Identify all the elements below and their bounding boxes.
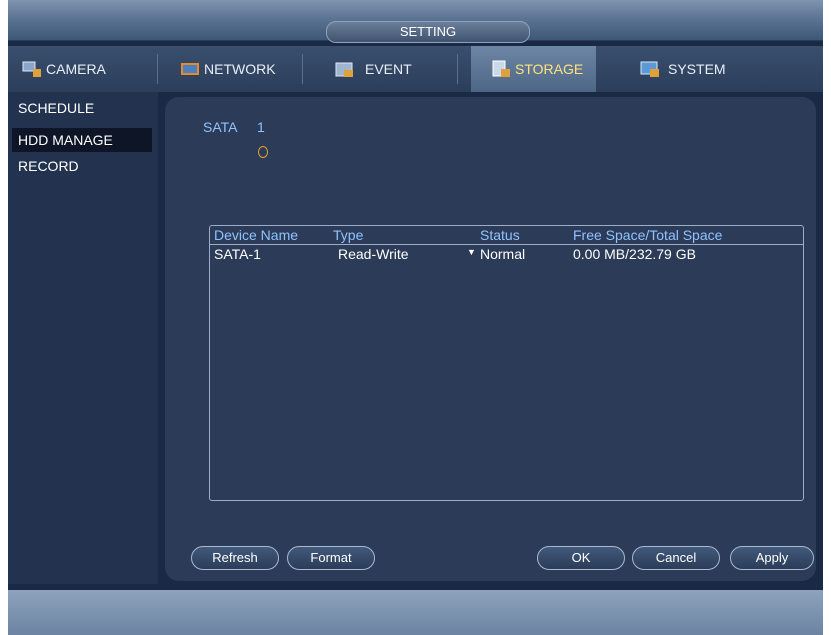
settings-window: SETTING CAMERA NETWORK EVENT STORAGE SYS… [8,0,823,635]
tab-storage[interactable]: STORAGE [471,46,596,92]
tab-network-label: NETWORK [204,61,276,77]
chevron-down-icon[interactable]: ▼ [467,247,476,257]
cell-status: Normal [480,246,526,262]
cancel-button[interactable]: Cancel [632,546,720,570]
hdd-manage-panel: SATA 1 Device Name Type Status Free Spac… [165,97,816,581]
camera-icon [22,60,42,78]
sata-group-number: 1 [257,119,265,135]
tab-system[interactable]: SYSTEM [618,46,778,92]
ok-button[interactable]: OK [537,546,625,570]
sidebar-item-record[interactable]: RECORD [12,154,152,178]
tab-system-label: SYSTEM [668,61,726,77]
column-header-status: Status [480,227,520,243]
tab-camera[interactable]: CAMERA [8,46,158,92]
sidebar-item-schedule[interactable]: SCHEDULE [12,96,152,120]
tab-storage-label: STORAGE [515,61,584,77]
sidebar: SCHEDULE HDD MANAGE RECORD [8,92,158,584]
tab-camera-label: CAMERA [46,61,106,77]
tab-event[interactable]: EVENT [303,46,458,92]
refresh-button[interactable]: Refresh [191,546,279,570]
sidebar-item-hdd-manage[interactable]: HDD MANAGE [12,128,152,152]
system-icon [640,60,660,78]
window-title: SETTING [326,21,530,43]
tab-bar: CAMERA NETWORK EVENT STORAGE SYSTEM [8,46,823,92]
apply-button[interactable]: Apply [730,546,814,570]
column-header-device-name: Device Name [214,227,299,243]
tab-network[interactable]: NETWORK [158,46,303,92]
sata-1-radio[interactable] [258,146,268,158]
column-header-free-space: Free Space/Total Space [573,227,723,243]
cell-free-space: 0.00 MB/232.79 GB [573,246,696,262]
title-bar: SETTING [8,0,823,43]
storage-icon [491,60,511,78]
hdd-table: Device Name Type Status Free Space/Total… [209,225,804,501]
column-header-type: Type [333,227,364,243]
type-select[interactable]: Read-Write [338,246,409,262]
sata-group-label: SATA [203,119,238,135]
event-icon [335,60,355,78]
tab-event-label: EVENT [365,61,412,77]
footer-bar [8,590,823,635]
network-icon [180,60,200,78]
cell-device-name: SATA-1 [214,246,261,262]
format-button[interactable]: Format [287,546,375,570]
